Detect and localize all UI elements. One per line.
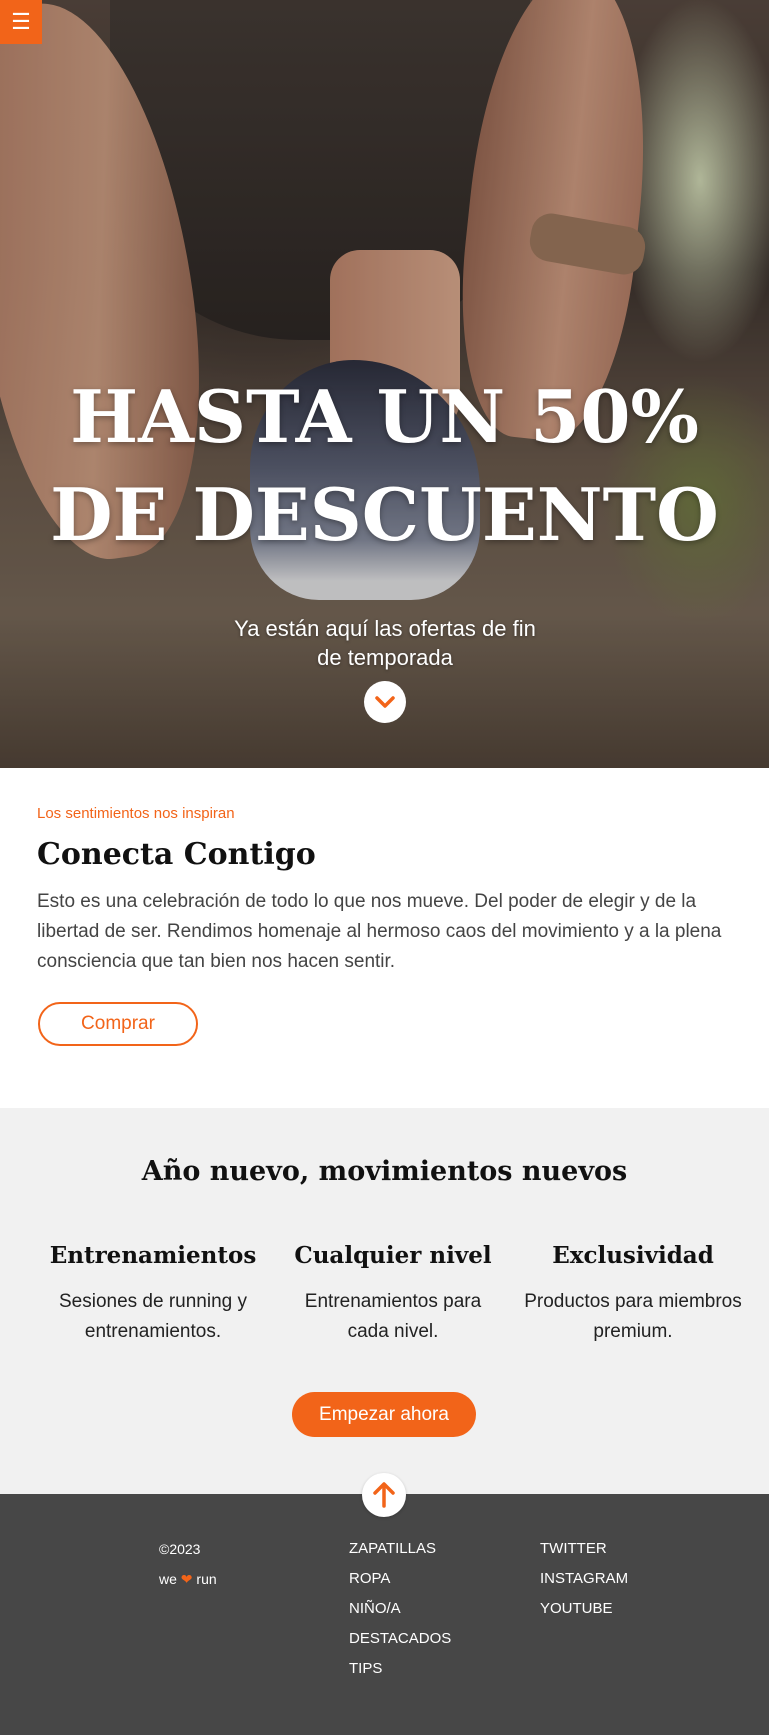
tagline-run: run <box>196 1571 217 1587</box>
footer-link-youtube[interactable]: YOUTUBE <box>540 1594 628 1624</box>
footer-link-destacados[interactable]: DESTACADOS <box>349 1624 451 1654</box>
hero-title: HASTA UN 50% DE DESCUENTO <box>50 374 719 557</box>
footer-brand: ©2023 we ❤ run <box>159 1534 217 1594</box>
back-to-top-button[interactable] <box>362 1473 406 1517</box>
tagline-we: we <box>159 1571 177 1587</box>
intro-text: Esto es una celebración de todo lo que n… <box>37 891 722 972</box>
feature-title: Entrenamientos <box>49 1242 257 1269</box>
footer-social: TWITTER INSTAGRAM YOUTUBE <box>540 1534 628 1624</box>
footer-link-tips[interactable]: TIPS <box>349 1654 451 1684</box>
footer-link-instagram[interactable]: INSTAGRAM <box>540 1564 628 1594</box>
start-now-button[interactable]: Empezar ahora <box>292 1392 476 1437</box>
buy-button[interactable]: Comprar <box>38 1002 198 1046</box>
feature-title: Cualquier nivel <box>294 1242 492 1269</box>
chevron-down-icon <box>375 696 395 708</box>
features-section: Año nuevo, movimientos nuevos Entrenamie… <box>0 1108 769 1494</box>
footer-link-zapatillas[interactable]: ZAPATILLAS <box>349 1534 451 1564</box>
footer-link-ropa[interactable]: ROPA <box>349 1564 451 1594</box>
feature-text: Sesiones de running y entrenamientos. <box>58 1291 247 1342</box>
feature-title: Exclusividad <box>552 1242 714 1269</box>
intro-title: Conecta Contigo <box>37 837 316 872</box>
menu-button[interactable]: ☰ <box>0 0 42 44</box>
hero-subtitle: Ya están aquí las ofertas de fin de temp… <box>234 616 536 670</box>
arrow-up-icon <box>373 1482 395 1508</box>
footer-nav: ZAPATILLAS ROPA NIÑO/A DESTACADOS TIPS <box>349 1534 451 1684</box>
feature-exclusivity: Exclusividad Productos para miembros pre… <box>523 1242 743 1347</box>
feature-any-level: Cualquier nivel Entrenamientos para cada… <box>283 1242 503 1347</box>
footer-link-twitter[interactable]: TWITTER <box>540 1534 628 1564</box>
feature-trainings: Entrenamientos Sesiones de running y ent… <box>43 1242 263 1347</box>
features-title: Año nuevo, movimientos nuevos <box>141 1156 628 1187</box>
intro-eyebrow: Los sentimientos nos inspiran <box>37 805 235 822</box>
scroll-down-button[interactable] <box>364 681 406 723</box>
feature-text: Entrenamientos para cada nivel. <box>304 1291 482 1342</box>
footer-link-nino[interactable]: NIÑO/A <box>349 1594 451 1624</box>
feature-text: Productos para miembros premium. <box>524 1291 742 1342</box>
copyright: ©2023 <box>159 1541 201 1557</box>
heart-icon: ❤ <box>180 1571 193 1587</box>
footer: ©2023 we ❤ run ZAPATILLAS ROPA NIÑO/A DE… <box>0 1494 769 1735</box>
hamburger-icon: ☰ <box>11 9 31 34</box>
tagline: we ❤ run <box>159 1564 217 1594</box>
